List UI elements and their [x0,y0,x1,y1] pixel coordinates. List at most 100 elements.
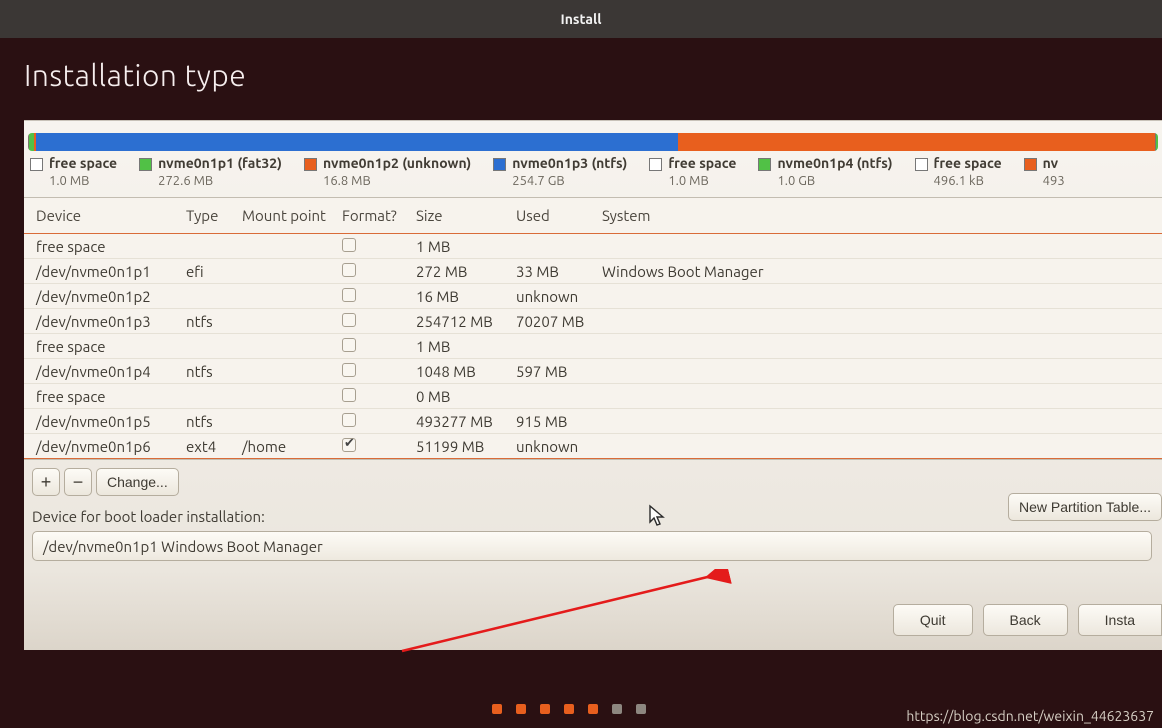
cell: /dev/nvme0n1p2 [32,288,182,305]
page-title: Installation type [24,58,1138,92]
window-title: Install [561,11,602,27]
table-header: Device Type Mount point Format? Size Use… [24,198,1162,234]
cell: 254712 MB [412,313,512,330]
format-cell [338,338,412,355]
cell: efi [182,263,238,280]
swatch-icon [915,158,928,171]
swatch-icon [139,158,152,171]
legend-text: nvme0n1p1 (fat32)272.6 MB [158,155,282,189]
format-cell [338,413,412,430]
cell: ntfs [182,363,238,380]
format-cell [338,263,412,280]
cell: ext4 [182,438,238,455]
legend-text: free space1.0 MB [668,155,736,189]
table-row[interactable]: /dev/nvme0n1p216 MBunknown [24,284,1162,309]
cell: ntfs [182,313,238,330]
remove-button[interactable]: − [64,468,92,496]
col-used[interactable]: Used [512,207,598,224]
table-row[interactable]: free space1 MB [24,334,1162,359]
legend-item: free space1.0 MB [30,155,117,189]
table-row[interactable]: /dev/nvme0n1p1efi272 MB33 MBWindows Boot… [24,259,1162,284]
cell: 1 MB [412,338,512,355]
legend-item: free space1.0 MB [649,155,736,189]
partition-toolbar: + − Change... [24,460,1162,500]
disk-segment[interactable] [678,133,1154,151]
disk-segment[interactable] [1156,133,1158,151]
change-button[interactable]: Change... [96,468,179,496]
add-button[interactable]: + [32,468,60,496]
disk-usage-bar [28,133,1158,151]
dot [516,704,526,714]
cell: unknown [512,438,598,455]
format-checkbox[interactable] [342,288,356,302]
cell: 1048 MB [412,363,512,380]
swatch-icon [304,158,317,171]
legend-text: nv493 [1043,155,1065,189]
wizard-buttons: Quit Back Insta [893,604,1162,636]
cell: 16 MB [412,288,512,305]
new-partition-table-button[interactable]: New Partition Table... [1008,493,1162,521]
table-row[interactable]: /dev/nvme0n1p3ntfs 254712 MB70207 MB [24,309,1162,334]
col-format[interactable]: Format? [338,207,412,224]
cell: /dev/nvme0n1p3 [32,313,182,330]
table-row[interactable]: /dev/nvme0n1p6ext4/home51199 MBunknown [24,434,1162,459]
format-checkbox[interactable] [342,388,356,402]
swatch-icon [493,158,506,171]
cell: ntfs [182,413,238,430]
cell: 33 MB [512,263,598,280]
table-row[interactable]: /dev/nvme0n1p4ntfs1048 MB597 MB [24,359,1162,384]
format-checkbox[interactable] [342,338,356,352]
cell: 272 MB [412,263,512,280]
dot [492,704,502,714]
col-system[interactable]: System [598,207,1154,224]
partition-legend: free space1.0 MB nvme0n1p1 (fat32)272.6 M… [24,153,1162,197]
cell: 597 MB [512,363,598,380]
format-checkbox[interactable] [342,438,356,452]
swatch-icon [30,158,43,171]
legend-item: nvme0n1p4 (ntfs)1.0 GB [758,155,892,189]
cell: /home [238,438,338,455]
col-mount[interactable]: Mount point [238,207,338,224]
bootloader-label: Device for boot loader installation: [24,500,1162,531]
cell: 915 MB [512,413,598,430]
format-checkbox[interactable] [342,263,356,277]
cell: free space [32,388,182,405]
quit-button[interactable]: Quit [893,604,973,636]
format-checkbox[interactable] [342,238,356,252]
legend-item: nv493 [1024,155,1065,189]
cell: 1 MB [412,238,512,255]
format-checkbox[interactable] [342,413,356,427]
col-device[interactable]: Device [32,207,182,224]
swatch-icon [649,158,662,171]
window-titlebar: Install [0,0,1162,38]
bootloader-value: /dev/nvme0n1p1 Windows Boot Manager [43,538,323,555]
format-checkbox[interactable] [342,313,356,327]
col-type[interactable]: Type [182,207,238,224]
partition-table: Device Type Mount point Format? Size Use… [24,197,1162,460]
install-button[interactable]: Insta [1078,604,1162,636]
legend-text: free space496.1 kB [934,155,1002,189]
cell: 70207 MB [512,313,598,330]
page-header: Installation type [0,38,1162,120]
col-size[interactable]: Size [412,207,512,224]
back-button[interactable]: Back [983,604,1068,636]
legend-text: nvme0n1p4 (ntfs)1.0 GB [777,155,892,189]
dot [564,704,574,714]
legend-text: nvme0n1p3 (ntfs)254.7 GB [512,155,627,189]
cell: 0 MB [412,388,512,405]
table-row[interactable]: free space1 MB [24,234,1162,259]
installer-panel: free space1.0 MB nvme0n1p1 (fat32)272.6 M… [24,120,1162,650]
table-row[interactable]: /dev/nvme0n1p5ntfs493277 MB915 MB [24,409,1162,434]
bootloader-select[interactable]: /dev/nvme0n1p1 Windows Boot Manager [32,531,1152,561]
dot [588,704,598,714]
legend-item: free space496.1 kB [915,155,1002,189]
legend-text: free space1.0 MB [49,155,117,189]
format-cell [338,288,412,305]
format-checkbox[interactable] [342,363,356,377]
swatch-icon [1024,158,1037,171]
table-row[interactable]: free space 0 MB [24,384,1162,409]
cell: /dev/nvme0n1p6 [32,438,182,455]
disk-segment[interactable] [36,133,678,151]
cell: Windows Boot Manager [598,263,1154,280]
format-cell [338,438,412,455]
